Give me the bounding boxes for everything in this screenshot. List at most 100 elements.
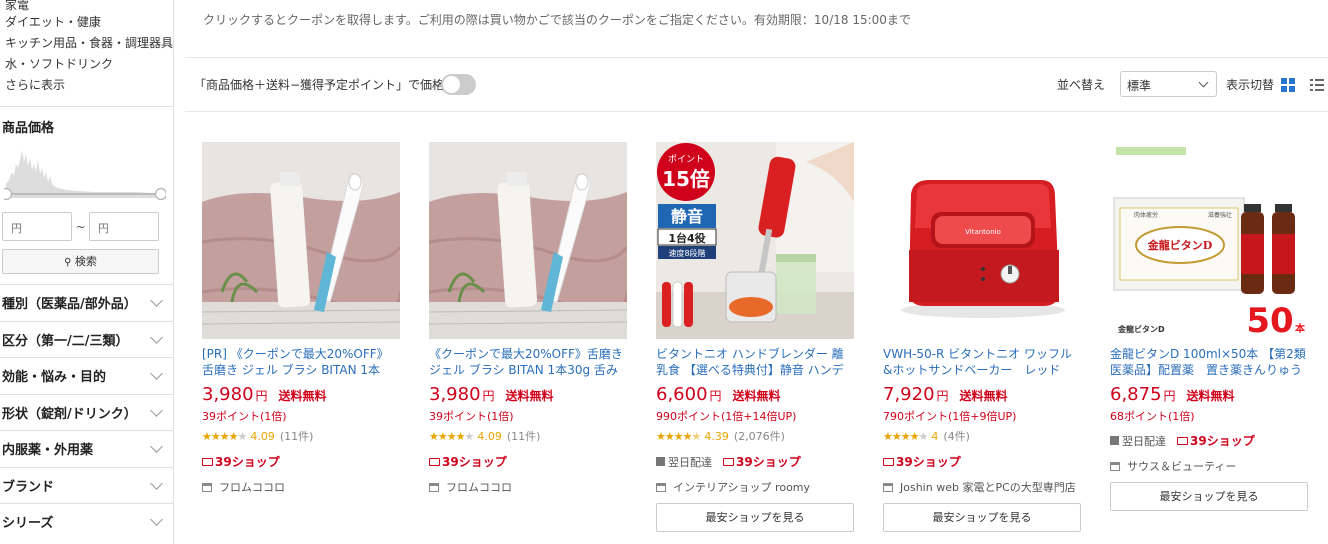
- price-display-toggle[interactable]: [441, 74, 476, 95]
- price-yen: 円: [709, 389, 722, 403]
- price-row: 7,920 円 送料無料: [883, 384, 1110, 405]
- filter-brand[interactable]: ブランド: [0, 466, 173, 504]
- store-link[interactable]: Joshin web 家電とPCの大型専門店: [883, 479, 1110, 495]
- filter-internal-external[interactable]: 内服薬・外用薬: [0, 430, 173, 467]
- chevron-down-icon: [150, 513, 163, 527]
- product-price: 6,875: [1110, 384, 1162, 405]
- points-badge-multiplier: 15倍: [662, 167, 710, 191]
- price-histogram[interactable]: [4, 142, 166, 200]
- price-yen: 円: [936, 389, 949, 403]
- chevron-down-icon: [150, 367, 163, 381]
- cheapest-shop-button[interactable]: 最安ショップを見る: [1110, 482, 1308, 511]
- product-image[interactable]: 肉体疲労 滋養強壮 金龍ビタンD 金龍ビタンD 50 本: [1110, 142, 1308, 339]
- shipping-badge: 送料無料: [1186, 389, 1235, 403]
- product-image[interactable]: Vitantonio: [883, 142, 1081, 339]
- product-rating[interactable]: ★★★★★ 4.39 (2,076件): [656, 428, 883, 444]
- filter-shape[interactable]: 形状（錠剤/ドリンク）: [0, 393, 173, 431]
- store-link[interactable]: フロムココロ: [429, 479, 656, 495]
- price-search-button[interactable]: ⚲ 検索: [2, 249, 159, 274]
- rating-value: 4.09: [477, 429, 502, 443]
- product-card[interactable]: Vitantonio VWH-50-R ビタントニオ ワッフル&ホットサンドベー…: [883, 142, 1110, 544]
- price-range-separator: ~: [75, 219, 86, 234]
- rating-value: 4.39: [704, 429, 729, 443]
- rating-stars: ★★★★★: [656, 429, 701, 443]
- filter-class[interactable]: 区分（第一/二/三類）: [0, 320, 173, 358]
- img-product-name: 金龍ビタンD: [1117, 324, 1165, 334]
- product-title[interactable]: [PR] 《クーポンで最大20%OFF》舌磨き ジェル ブラシ BITAN 1本…: [202, 346, 400, 378]
- category-item-appliances[interactable]: 家電: [5, 0, 173, 12]
- product-image-tongue-brush: [429, 142, 627, 339]
- product-title[interactable]: 金龍ビタンD 100ml×50本 【第2類医薬品】配置薬 置き薬きんりゅうびたん…: [1110, 346, 1308, 378]
- cheapest-shop-button[interactable]: 最安ショップを見る: [656, 503, 854, 532]
- product-title[interactable]: ビタントニオ ハンドブレンダー 離乳食 【選べる特典付】静音 ハンディブレ…: [656, 346, 854, 378]
- store-name: インテリアショップ roomy: [673, 481, 811, 494]
- product-rating[interactable]: ★★★★★ 4.09 (11件): [429, 428, 656, 444]
- product-price: 3,980: [202, 384, 254, 405]
- grid-view-icon[interactable]: [1281, 78, 1295, 92]
- toggle-knob: [443, 76, 460, 93]
- img-box-left-label: 肉体疲労: [1134, 211, 1158, 219]
- shop39-badge: 翌日配達 39ショップ: [1110, 432, 1328, 449]
- product-title[interactable]: 《クーポンで最大20%OFF》舌磨き ジェル ブラシ BITAN 1本30g 舌…: [429, 346, 627, 378]
- results-toolbar: 「商品価格＋送料−獲得予定ポイント」で価格表示 並べ替え 標準 表示切替: [185, 58, 1328, 112]
- product-card[interactable]: ポイント 15倍 静音 1台4役 速度8段階 ビタントニオ ハンドブレンダー 離…: [656, 142, 883, 544]
- filter-effect[interactable]: 効能・悩み・目的: [0, 357, 173, 394]
- points-badge-label: ポイント: [668, 154, 704, 165]
- store-link[interactable]: サウス＆ビューティー: [1110, 458, 1328, 474]
- product-grid: [PR] 《クーポンで最大20%OFF》舌磨き ジェル ブラシ BITAN 1本…: [202, 142, 1328, 544]
- rating-value: 4.09: [250, 429, 275, 443]
- review-count: (11件): [279, 430, 314, 443]
- price-min-input[interactable]: 円: [2, 212, 72, 241]
- store-link[interactable]: フロムココロ: [202, 479, 429, 495]
- store-name: フロムココロ: [446, 481, 512, 494]
- product-image-waffle-maker: Vitantonio: [883, 142, 1081, 339]
- product-price: 6,600: [656, 384, 708, 405]
- sort-select-value: 標準: [1127, 79, 1152, 93]
- product-points: 990ポイント(1倍+14倍UP): [656, 410, 797, 423]
- store-icon: [1110, 461, 1120, 471]
- cheapest-shop-button[interactable]: 最安ショップを見る: [883, 503, 1081, 532]
- product-image[interactable]: [429, 142, 627, 339]
- price-max-input[interactable]: 円: [89, 212, 159, 241]
- product-image[interactable]: [202, 142, 400, 339]
- product-image-tongue-brush: [202, 142, 400, 339]
- price-row: 6,875 円 送料無料: [1110, 384, 1328, 405]
- price-search-label: 検索: [74, 255, 97, 268]
- list-view-icon[interactable]: [1310, 78, 1324, 92]
- category-item-kitchen[interactable]: キッチン用品・食器・調理器具: [5, 33, 173, 54]
- box-icon: [656, 457, 665, 466]
- filter-series[interactable]: シリーズ: [0, 503, 173, 540]
- filter-internal-external-label: 内服薬・外用薬: [2, 443, 94, 459]
- store-icon: [656, 482, 666, 492]
- category-item-diet-health[interactable]: ダイエット・健康: [5, 12, 173, 33]
- shop39-badge: 39ショップ: [429, 453, 656, 470]
- product-card[interactable]: [PR] 《クーポンで最大20%OFF》舌磨き ジェル ブラシ BITAN 1本…: [202, 142, 429, 544]
- shop39-label: 39ショップ: [1190, 434, 1255, 448]
- product-rating[interactable]: ★★★★★ 4 (4件): [883, 428, 1110, 444]
- view-switch-label: 表示切替: [1226, 78, 1275, 92]
- shipping-badge: 送料無料: [959, 389, 1008, 403]
- img-brand-label: Vitantonio: [965, 228, 1001, 236]
- shipping-badge: 送料無料: [505, 389, 554, 403]
- coupon-notice: クリックするとクーポンを取得します。ご利用の際は買い物かごで該当のクーポンをご指…: [185, 0, 1328, 58]
- review-count: (2,076件): [733, 430, 785, 443]
- shop39-badge: 39ショップ: [202, 453, 429, 470]
- sort-select[interactable]: 標準: [1120, 71, 1217, 97]
- filter-type[interactable]: 種別（医薬品/部外品）: [0, 284, 173, 321]
- img-box-brand: 金龍ビタンD: [1147, 238, 1213, 252]
- price-yen: 円: [482, 389, 495, 403]
- price-filter-section: 商品価格 円 ~ 円 ⚲ 検索: [0, 106, 173, 284]
- show-more-link[interactable]: さらに表示: [5, 75, 173, 96]
- product-card[interactable]: 肉体疲労 滋養強壮 金龍ビタンD 金龍ビタンD 50 本 金龍ビタンD 100m…: [1110, 142, 1328, 544]
- next-day-label: 翌日配達: [668, 455, 712, 469]
- product-card[interactable]: 《クーポンで最大20%OFF》舌磨き ジェル ブラシ BITAN 1本30g 舌…: [429, 142, 656, 544]
- sort-label: 並べ替え: [1057, 78, 1106, 92]
- store-link[interactable]: インテリアショップ roomy: [656, 479, 883, 495]
- truck-icon: [429, 457, 440, 466]
- product-title[interactable]: VWH-50-R ビタントニオ ワッフル&ホットサンドベーカー レッド Vita…: [883, 346, 1081, 378]
- product-image[interactable]: ポイント 15倍 静音 1台4役 速度8段階: [656, 142, 854, 339]
- category-item-water-drinks[interactable]: 水・ソフトドリンク: [5, 54, 173, 75]
- rating-stars: ★★★★★: [202, 429, 247, 443]
- product-rating[interactable]: ★★★★★ 4.09 (11件): [202, 428, 429, 444]
- filter-effect-label: 効能・悩み・目的: [2, 370, 107, 386]
